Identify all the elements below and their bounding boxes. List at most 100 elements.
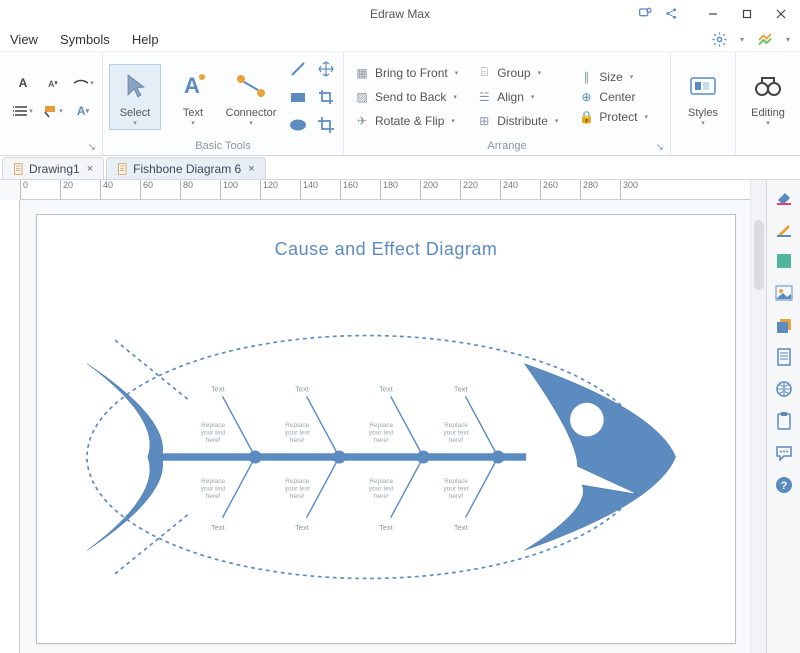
menu-bar: View Symbols Help ▾ ▾ — [0, 28, 800, 52]
scrollbar-thumb[interactable] — [754, 220, 764, 290]
cloud-sync-icon[interactable] — [636, 4, 654, 22]
font-color-icon[interactable]: A▾ — [70, 99, 96, 123]
bring-to-front-icon: ▦ — [354, 66, 370, 80]
distribute-button[interactable]: ⊞Distribute▾ — [476, 114, 558, 128]
bone-label[interactable]: Text — [211, 523, 226, 532]
crop-icon[interactable] — [315, 86, 337, 108]
bone-label[interactable]: Text — [295, 385, 310, 394]
cause-placeholder[interactable]: Replaceyour texthere! — [201, 422, 226, 444]
app-logo-icon[interactable] — [756, 31, 774, 49]
ribbon-group-arrange: ▦Bring to Front▾ ⌸Group▾ ▨Send to Back▾ … — [344, 52, 671, 155]
tab-close-icon[interactable]: × — [248, 163, 254, 175]
select-tool-button[interactable]: Select ▾ — [109, 64, 161, 130]
ruler-tick: 20 — [60, 180, 100, 199]
cause-placeholder[interactable]: Replaceyour texthere! — [444, 478, 469, 500]
ruler-tick: 100 — [220, 180, 260, 199]
protect-button[interactable]: 🔒Protect▾ — [578, 110, 648, 124]
horizontal-ruler: 0204060801001201401601802002202402602803… — [20, 180, 750, 200]
crop-alt-icon[interactable] — [315, 114, 337, 136]
bone-label[interactable]: Text — [454, 385, 469, 394]
lock-icon: 🔒 — [578, 110, 594, 124]
ruler-tick: 160 — [340, 180, 380, 199]
crosshair-move-icon[interactable] — [315, 58, 337, 80]
ribbon-group-font: A ᴀ▾ ▾ ▾ ▾ A▾ ↘ — [0, 52, 103, 155]
menu-symbols[interactable]: Symbols — [60, 32, 110, 47]
share-icon[interactable] — [662, 4, 680, 22]
page[interactable]: Cause and Effect Diagram — [36, 214, 736, 644]
pencil-tool-icon[interactable] — [773, 218, 795, 240]
bone-label[interactable]: Text — [454, 523, 469, 532]
cause-placeholder[interactable]: Replaceyour texthere! — [285, 422, 310, 444]
text-tool-button[interactable]: A Text ▾ — [167, 64, 219, 130]
send-to-back-icon: ▨ — [354, 90, 370, 104]
fishbone-diagram[interactable]: Text Text Text Text Text Text Text Text Replace… — [59, 297, 713, 617]
ellipse-shape-icon[interactable] — [287, 114, 309, 136]
layers-tool-icon[interactable] — [773, 314, 795, 336]
connector-tool-button[interactable]: Connector ▾ — [225, 64, 277, 130]
font-size-down-icon[interactable]: ᴀ▾ — [40, 71, 66, 95]
comment-tool-icon[interactable] — [773, 442, 795, 464]
tab-close-icon[interactable]: × — [87, 163, 93, 175]
ruler-tick: 180 — [380, 180, 420, 199]
distribute-icon: ⊞ — [476, 114, 492, 128]
center-icon: ⊕ — [578, 90, 594, 104]
highlight-icon[interactable]: ▾ — [40, 99, 66, 123]
cause-placeholder[interactable]: Replaceyour texthere! — [369, 478, 394, 500]
cause-placeholder[interactable]: Replaceyour texthere! — [369, 422, 394, 444]
clipboard-tool-icon[interactable] — [773, 410, 795, 432]
menu-view[interactable]: View — [10, 32, 38, 47]
line-style-icon[interactable]: ▾ — [70, 71, 96, 95]
ruler-tick: 120 — [260, 180, 300, 199]
bring-to-front-button[interactable]: ▦Bring to Front▾ — [354, 66, 458, 80]
menu-help[interactable]: Help — [132, 32, 159, 47]
doc-icon — [13, 163, 25, 175]
doc-icon — [117, 163, 129, 175]
styles-button[interactable]: Styles ▾ — [677, 64, 729, 130]
ruler-tick: 140 — [300, 180, 340, 199]
bone-label[interactable]: Text — [379, 385, 394, 394]
help-tool-icon[interactable]: ? — [773, 474, 795, 496]
maximize-button[interactable] — [730, 2, 764, 26]
canvas[interactable]: Cause and Effect Diagram — [20, 200, 750, 653]
vertical-scrollbar[interactable] — [750, 180, 766, 653]
ruler-tick: 40 — [100, 180, 140, 199]
ruler-tick: 0 — [20, 180, 60, 199]
document-tabs: Drawing1 × Fishbone Diagram 6 × — [0, 156, 800, 180]
arrange-dialog-launcher[interactable]: ↘ — [656, 142, 664, 153]
bone-label[interactable]: Text — [379, 523, 394, 532]
diagram-title[interactable]: Cause and Effect Diagram — [59, 239, 713, 260]
line-shape-icon[interactable] — [287, 58, 309, 80]
bullets-icon[interactable]: ▾ — [10, 99, 36, 123]
cause-placeholder[interactable]: Replaceyour texthere! — [285, 478, 310, 500]
bone-label[interactable]: Text — [295, 523, 310, 532]
send-to-back-button[interactable]: ▨Send to Back▾ — [354, 90, 458, 104]
color-swatch-icon[interactable] — [773, 250, 795, 272]
align-button[interactable]: ☱Align▾ — [476, 90, 558, 104]
close-button[interactable] — [764, 2, 798, 26]
font-size-icon[interactable]: A — [10, 71, 36, 95]
ruler-tick: 220 — [460, 180, 500, 199]
cause-placeholder[interactable]: Replaceyour texthere! — [201, 478, 226, 500]
cause-placeholder[interactable]: Replaceyour texthere! — [444, 422, 469, 444]
ruler-tick: 60 — [140, 180, 180, 199]
font-dialog-launcher[interactable]: ↘ — [88, 142, 96, 153]
rotate-icon: ✈ — [354, 114, 370, 128]
bone-label[interactable]: Text — [211, 385, 226, 394]
minimize-button[interactable] — [696, 2, 730, 26]
globe-tool-icon[interactable] — [773, 378, 795, 400]
editing-button[interactable]: Editing ▾ — [742, 64, 794, 130]
title-bar: Edraw Max — [0, 0, 800, 28]
size-button[interactable]: ∥Size▾ — [578, 70, 648, 84]
group-button[interactable]: ⌸Group▾ — [476, 65, 558, 80]
tab-drawing1[interactable]: Drawing1 × — [2, 157, 104, 179]
settings-icon[interactable] — [711, 31, 728, 48]
tab-fishbone[interactable]: Fishbone Diagram 6 × — [106, 157, 266, 179]
rotate-flip-button[interactable]: ✈Rotate & Flip▾ — [354, 114, 458, 128]
picture-tool-icon[interactable] — [773, 282, 795, 304]
ruler-tick: 240 — [500, 180, 540, 199]
page-tool-icon[interactable] — [773, 346, 795, 368]
rectangle-shape-icon[interactable] — [287, 86, 309, 108]
center-button[interactable]: ⊕Center — [578, 90, 648, 104]
fill-tool-icon[interactable] — [773, 186, 795, 208]
vertical-ruler — [0, 200, 20, 653]
